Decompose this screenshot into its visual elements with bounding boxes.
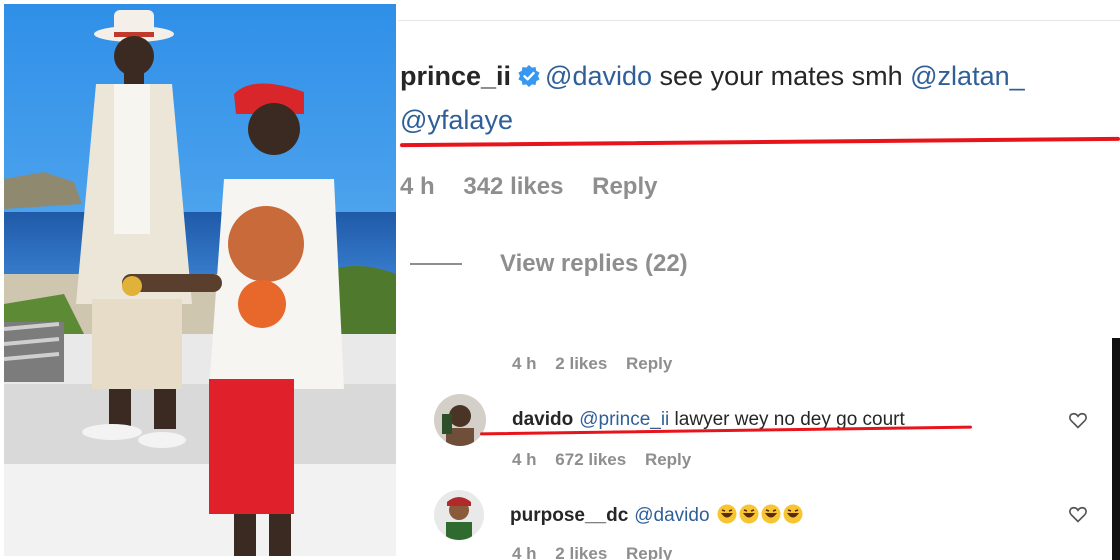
mention-link[interactable]: @davido — [545, 61, 652, 91]
main-comment: prince_ii @davido see your mates smh @zl… — [400, 54, 1025, 142]
mention-link[interactable]: @prince_ii — [579, 409, 669, 430]
reply-likes[interactable]: 672 likes — [555, 450, 626, 469]
reply-username[interactable]: davido — [512, 409, 573, 430]
reply-content: purpose__dc @davido — [510, 504, 803, 527]
comment-text: see your mates smh — [652, 61, 911, 91]
reply-time: 4 h — [512, 544, 537, 560]
reply-item: davido @prince_ii lawyer wey no dey go co… — [434, 394, 905, 446]
comment-time: 4 h — [400, 173, 435, 200]
scrollbar[interactable] — [1112, 338, 1120, 560]
comment-username[interactable]: prince_ii — [400, 61, 511, 91]
reply-meta: 4 h 2 likes Reply — [512, 354, 694, 374]
mention-link[interactable]: @yfalaye — [400, 105, 513, 135]
reply-likes[interactable]: 2 likes — [555, 354, 607, 373]
laughing-emoji-icon — [739, 504, 759, 523]
reply-time: 4 h — [512, 450, 537, 469]
reply-button[interactable]: Reply — [645, 450, 691, 469]
reply-time: 4 h — [512, 354, 537, 373]
emoji-group — [715, 504, 803, 526]
mention-link[interactable]: @zlatan_ — [910, 61, 1024, 91]
laughing-emoji-icon — [783, 504, 803, 523]
heart-icon[interactable] — [1068, 504, 1088, 524]
laughing-emoji-icon — [761, 504, 781, 523]
divider — [398, 20, 1120, 21]
reply-button[interactable]: Reply — [592, 173, 657, 200]
reply-meta: 4 h 672 likes Reply — [512, 450, 713, 470]
avatar[interactable] — [434, 394, 486, 446]
reply-button[interactable]: Reply — [626, 544, 672, 560]
heart-icon[interactable] — [1068, 410, 1088, 430]
mention-link[interactable]: @davido — [634, 505, 709, 526]
view-replies-button[interactable]: View replies (22) — [410, 250, 688, 278]
reply-likes[interactable]: 2 likes — [555, 544, 607, 560]
reply-button[interactable]: Reply — [626, 354, 672, 373]
comment-meta: 4 h 342 likes Reply — [400, 173, 679, 201]
post-photo — [4, 4, 396, 556]
verified-badge-icon — [518, 65, 540, 87]
comments-panel: prince_ii @davido see your mates smh @zl… — [398, 0, 1120, 560]
comment-likes[interactable]: 342 likes — [463, 173, 563, 200]
reply-username[interactable]: purpose__dc — [510, 505, 628, 526]
view-replies-label: View replies (22) — [500, 250, 688, 277]
reply-meta: 4 h 2 likes Reply — [512, 544, 694, 560]
divider — [410, 263, 462, 265]
avatar[interactable] — [434, 490, 484, 540]
laughing-emoji-icon — [717, 504, 737, 523]
reply-item: purpose__dc @davido — [434, 490, 803, 540]
